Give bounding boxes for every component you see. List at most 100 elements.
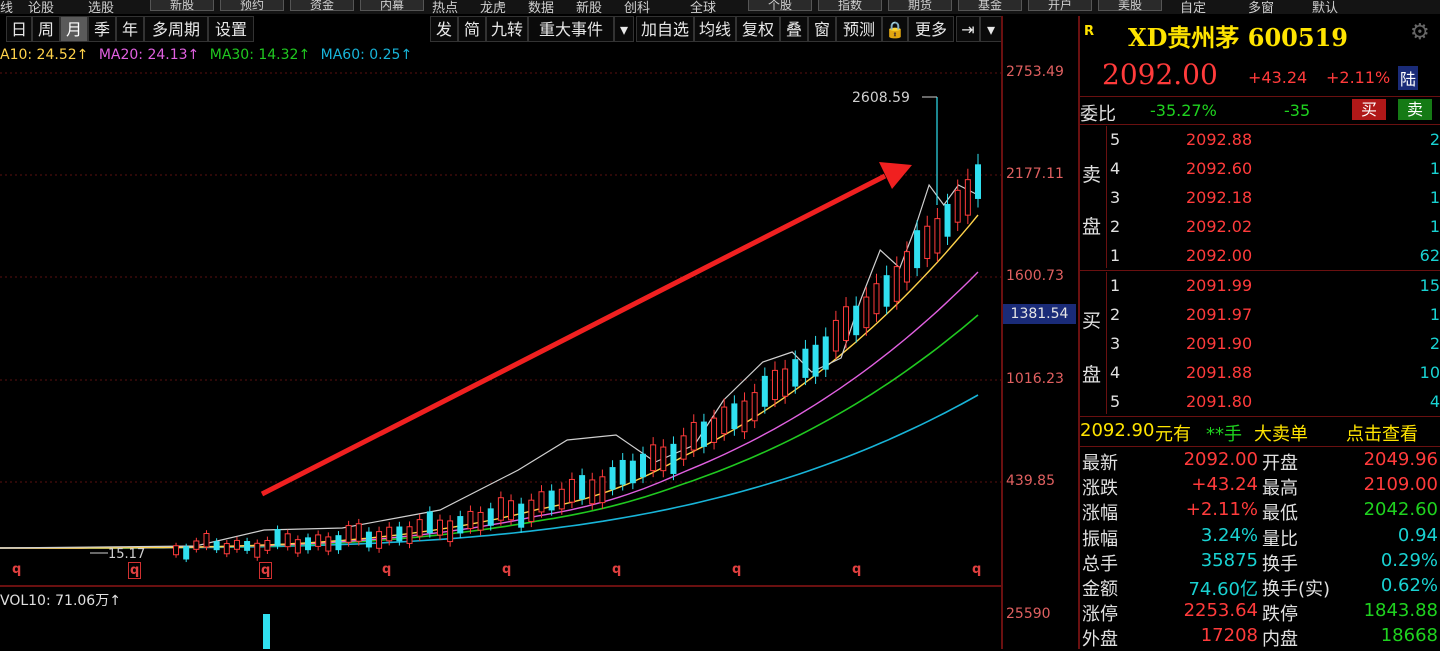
ask-level: 4 <box>1110 159 1121 178</box>
candle-body <box>315 534 322 547</box>
candle-body <box>365 531 372 548</box>
stat-label: 涨跌 <box>1082 478 1118 500</box>
r-badge: R <box>1084 24 1095 39</box>
candle-body <box>173 545 180 556</box>
gear-icon[interactable]: ⚙ <box>1410 20 1430 45</box>
candle-body <box>609 467 616 490</box>
q-marker[interactable]: q <box>732 562 741 577</box>
ask-price[interactable]: 2092.88 <box>1186 130 1252 149</box>
q-marker[interactable]: q <box>502 562 511 577</box>
menu-button[interactable]: 美股 <box>1098 0 1162 12</box>
stat-value: 0.94 <box>1397 524 1438 546</box>
candle-body <box>782 368 789 397</box>
bid-price[interactable]: 2091.90 <box>1186 334 1252 353</box>
bid-volume: 2 <box>1429 334 1440 353</box>
market-badge: 陆 <box>1398 66 1419 90</box>
menu-button[interactable]: 开户 <box>1028 0 1092 12</box>
q-marker[interactable]: q <box>382 562 391 577</box>
candle-body <box>741 400 748 433</box>
ma-lines <box>0 183 979 549</box>
low-annotation: 15.17 <box>90 547 145 562</box>
candle-body <box>538 491 545 513</box>
big-order-hand: **手 <box>1206 424 1242 445</box>
stat-value: 0.62% <box>1380 575 1438 596</box>
candle-body <box>436 519 443 536</box>
candle-body <box>812 344 819 377</box>
ratio-label: 委比 <box>1080 104 1116 125</box>
candle-body <box>548 490 555 511</box>
bid-price[interactable]: 2091.99 <box>1186 276 1252 295</box>
candle-body <box>355 523 362 542</box>
bid-price[interactable]: 2091.80 <box>1186 392 1252 411</box>
ask-volume: 1 <box>1429 159 1440 178</box>
candle-body <box>294 539 301 554</box>
y-axis-label: 1016.23 <box>1006 371 1064 387</box>
stat-label: 最高 <box>1262 478 1298 500</box>
candle-body <box>183 546 190 560</box>
candle-body <box>589 479 596 505</box>
candle-body <box>223 543 230 555</box>
stat-label: 涨停 <box>1082 604 1118 626</box>
menu-item[interactable]: 多窗 <box>1248 0 1274 14</box>
ask-price[interactable]: 2092.60 <box>1186 159 1252 178</box>
ask-price[interactable]: 2092.02 <box>1186 217 1252 236</box>
q-marker[interactable]: q <box>852 562 861 577</box>
volume-legend: VOL10: 71.06万↑ <box>0 593 121 609</box>
view-big-order-link[interactable]: 点击查看 <box>1346 420 1418 446</box>
candle-body <box>284 533 291 548</box>
candle-body <box>629 460 636 484</box>
bid-price[interactable]: 2091.97 <box>1186 305 1252 324</box>
stat-value: 0.29% <box>1380 549 1438 571</box>
candle-body <box>457 516 464 534</box>
big-order-label: 大卖单 <box>1254 424 1308 445</box>
kline-chart[interactable]: 2608.59 15.17 <box>0 0 1003 649</box>
stat-label: 跌停 <box>1262 604 1298 626</box>
candle-body <box>426 511 433 534</box>
candle-body <box>416 519 423 537</box>
candle-body <box>396 526 403 542</box>
candle-body <box>213 541 220 551</box>
menu-item[interactable]: 默认 <box>1312 0 1338 14</box>
stat-value: 1843.88 <box>1363 600 1438 622</box>
ask-price[interactable]: 2092.00 <box>1186 246 1252 265</box>
candle-body <box>721 406 728 435</box>
stat-label: 开盘 <box>1262 453 1298 474</box>
candle-body <box>467 510 474 530</box>
q-marker[interactable]: q <box>128 562 142 579</box>
ma20-line <box>0 271 979 549</box>
q-marker[interactable]: q <box>259 562 273 579</box>
ask-price[interactable]: 2092.18 <box>1186 188 1252 207</box>
candle-body <box>802 348 809 378</box>
bid-level: 2 <box>1110 305 1121 324</box>
candle-body <box>477 511 484 531</box>
bid-price[interactable]: 2091.88 <box>1186 363 1252 382</box>
candle-body <box>579 475 586 500</box>
candle-body <box>832 319 839 352</box>
bid-volume: 4 <box>1429 392 1440 411</box>
candle-body <box>325 536 332 552</box>
trend-arrow <box>260 162 912 497</box>
volume-axis-label: 25590 <box>1006 606 1051 622</box>
q-marker[interactable]: q <box>612 562 621 577</box>
bid-volume: 1 <box>1429 305 1440 324</box>
menu-item[interactable]: 自定 <box>1180 0 1206 14</box>
candle-body <box>264 539 271 551</box>
buy-button[interactable]: 买 <box>1352 99 1386 120</box>
candle-body <box>792 359 799 387</box>
high-annotation: 2608.59 <box>852 90 937 106</box>
stat-value: +2.11% <box>1185 499 1258 521</box>
ratio-diff: -35 <box>1284 101 1311 120</box>
ask-volume: 1 <box>1429 217 1440 236</box>
candle-body <box>731 403 738 430</box>
stat-label: 振幅 <box>1082 528 1118 550</box>
low-price-label: 15.17 <box>108 547 145 562</box>
candle-body <box>233 539 240 550</box>
candle-body <box>619 459 626 485</box>
q-marker[interactable]: q <box>12 562 21 577</box>
sell-button[interactable]: 卖 <box>1398 99 1432 120</box>
candle-body <box>568 478 575 503</box>
q-marker[interactable]: q <box>972 562 981 577</box>
ask-volume: 2 <box>1429 130 1440 149</box>
big-order-price: 2092.90 <box>1080 420 1155 441</box>
stat-value: 17208 <box>1200 625 1258 647</box>
